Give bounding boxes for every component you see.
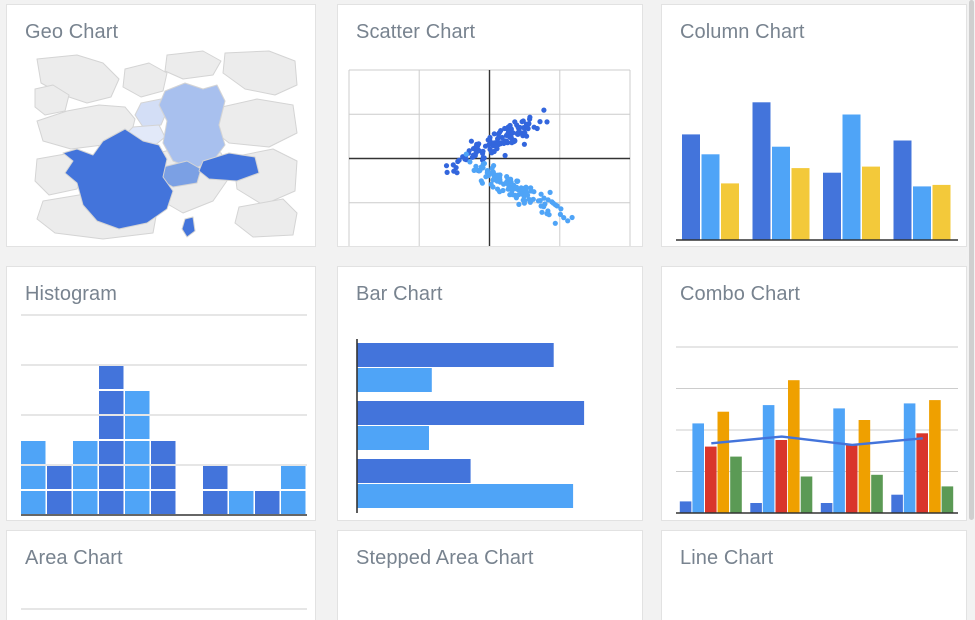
combo-chart-plot[interactable]	[662, 311, 967, 521]
scatter-chart-plot[interactable]	[338, 49, 643, 247]
histogram-svg[interactable]	[7, 311, 316, 521]
combo-svg[interactable]	[662, 311, 967, 521]
column-bars-group	[682, 102, 951, 240]
column-chart-plot[interactable]	[662, 49, 967, 247]
card-geo-chart[interactable]: Geo Chart	[6, 4, 316, 247]
card-combo-chart[interactable]: Combo Chart	[661, 266, 967, 521]
card-title-combo: Combo Chart	[680, 283, 801, 305]
stepped-area-chart-plot[interactable]	[338, 575, 642, 620]
card-title-line: Line Chart	[680, 547, 774, 569]
card-title-histogram: Histogram	[25, 283, 118, 305]
card-title-column: Column Chart	[680, 21, 805, 43]
combo-trend-line	[711, 435, 923, 447]
area-chart-plot[interactable]	[7, 575, 315, 620]
column-plot-svg[interactable]	[662, 49, 967, 247]
histogram-cells-group	[21, 366, 306, 514]
card-column-chart[interactable]: Column Chart	[661, 4, 967, 247]
bar-plot-svg[interactable]	[338, 311, 643, 521]
card-title-geo: Geo Chart	[25, 21, 119, 43]
bar-chart-plot[interactable]	[338, 311, 643, 521]
histogram-plot[interactable]	[7, 311, 316, 521]
area-svg[interactable]	[7, 575, 316, 620]
card-line-chart[interactable]: Line Chart	[661, 530, 967, 620]
card-scatter-chart[interactable]: Scatter Chart	[337, 4, 643, 247]
card-title-stepped-area: Stepped Area Chart	[356, 547, 534, 569]
card-title-bar: Bar Chart	[356, 283, 443, 305]
scatter-plot-svg[interactable]	[338, 49, 643, 247]
geo-chart-plot[interactable]	[7, 49, 316, 247]
charts-dashboard: Geo Chart Scatter Chart Column Chart His…	[0, 0, 975, 620]
card-bar-chart[interactable]: Bar Chart	[337, 266, 643, 521]
bar-bars-group	[357, 343, 585, 508]
geo-map-svg[interactable]	[7, 49, 316, 247]
card-histogram[interactable]: Histogram	[6, 266, 316, 521]
line-chart-plot[interactable]	[662, 575, 966, 620]
combo-bars-group	[679, 380, 954, 513]
card-title-scatter: Scatter Chart	[356, 21, 476, 43]
card-title-area: Area Chart	[25, 547, 123, 569]
card-area-chart[interactable]: Area Chart	[6, 530, 316, 620]
card-stepped-area-chart[interactable]: Stepped Area Chart	[337, 530, 643, 620]
vertical-scrollbar-thumb[interactable]	[969, 0, 974, 520]
